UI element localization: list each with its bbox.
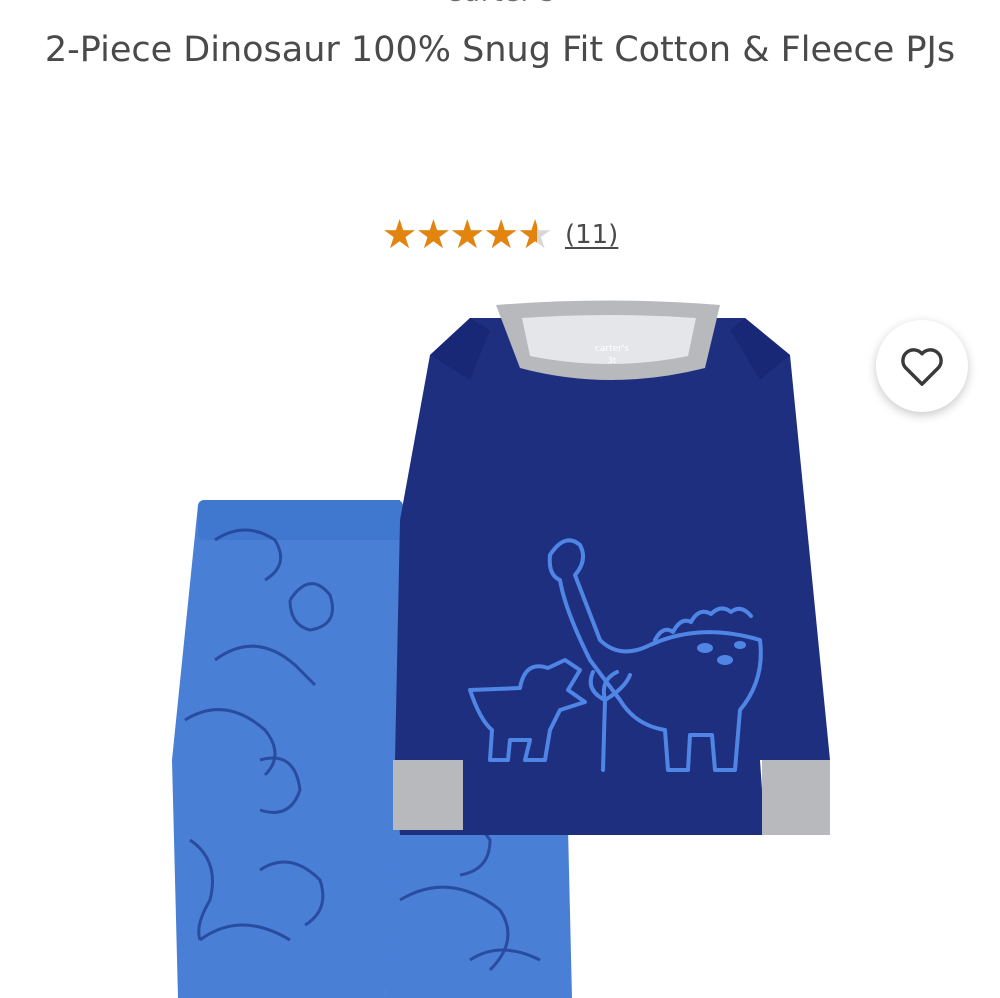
svg-text:carter's: carter's: [595, 344, 629, 354]
wishlist-button[interactable]: [876, 320, 968, 412]
star-rating: ★★★★★ ★★★★★: [381, 215, 553, 255]
svg-text:3t: 3t: [608, 356, 616, 365]
product-image[interactable]: carter's 3t: [0, 290, 1000, 998]
product-title: 2-Piece Dinosaur 100% Snug Fit Cotton & …: [44, 30, 956, 70]
rating-row: ★★★★★ ★★★★★ (11): [0, 210, 1000, 260]
star-icons-filled: ★★★★★: [381, 215, 538, 255]
shirt: [393, 300, 830, 835]
heart-outline-icon: [901, 348, 943, 386]
brand-name-partial: Carter's: [0, 0, 1000, 8]
pajama-illustration: carter's 3t: [172, 300, 830, 998]
review-count-link[interactable]: (11): [565, 220, 618, 250]
